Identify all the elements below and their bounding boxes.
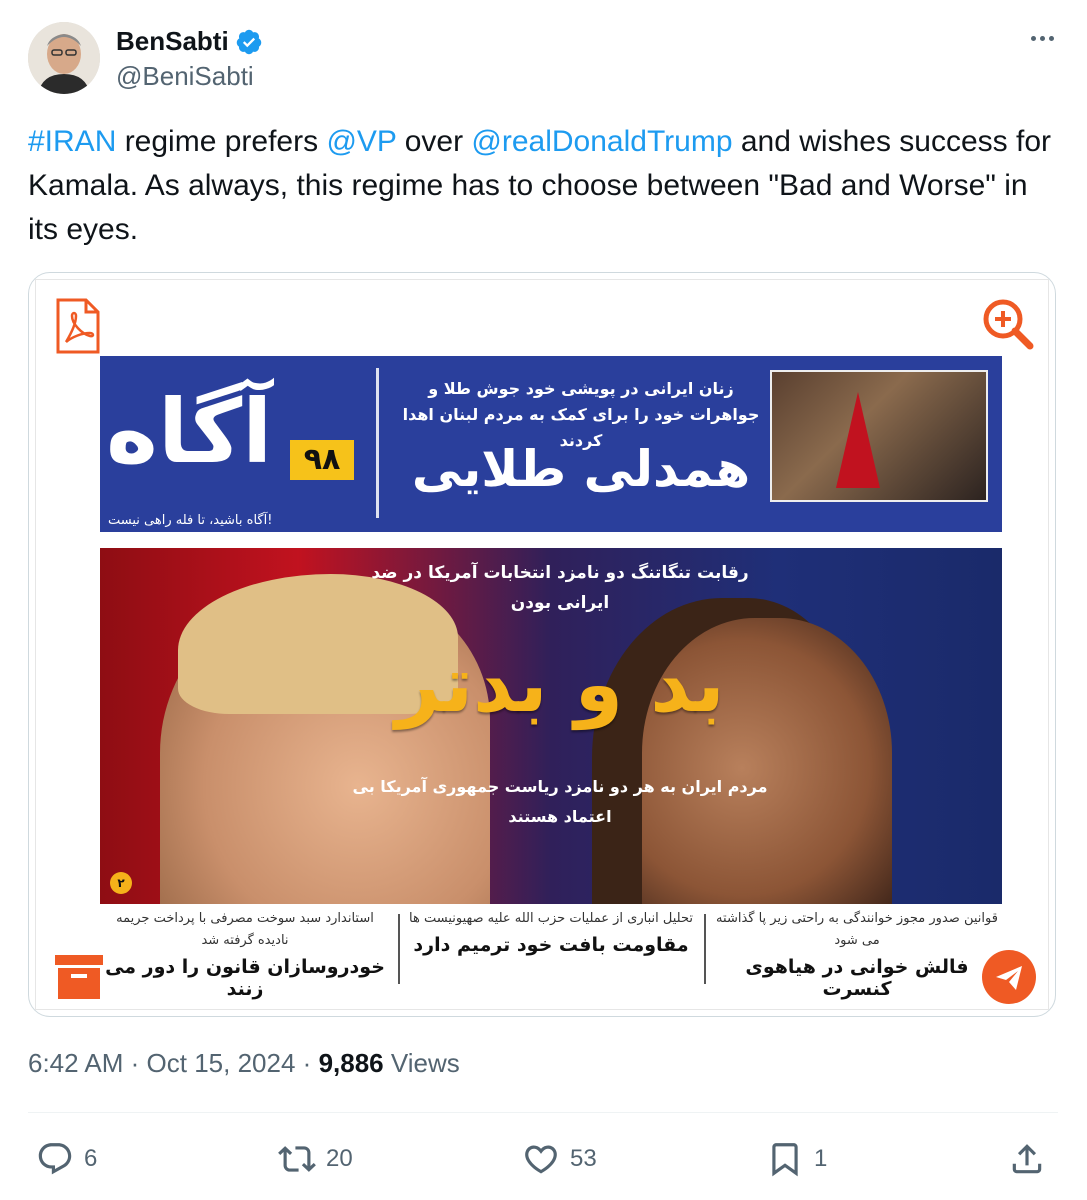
zoom-in-icon[interactable] [982, 298, 1034, 350]
like-button[interactable]: 53 [522, 1132, 597, 1186]
share-icon [1012, 1144, 1042, 1174]
issue-number: ۹۸ [290, 440, 354, 480]
tweet-text-part: regime prefers [116, 125, 327, 158]
newspaper-logo: آگاه [106, 380, 276, 483]
more-options-icon[interactable] [1027, 28, 1057, 48]
red-tree-shape [836, 392, 880, 488]
share-button[interactable] [1008, 1132, 1046, 1186]
meta-separator: · [302, 1048, 312, 1078]
divider [28, 1112, 1058, 1113]
cover-image: رقابت تنگاتنگ دو نامزد انتخابات آمریکا د… [100, 548, 1002, 904]
tweet-time[interactable]: 6:42 AM [28, 1048, 123, 1078]
telegram-send-icon[interactable] [982, 950, 1036, 1004]
column-divider [704, 914, 706, 984]
tweet: BenSabti @BeniSabti #IRAN regime prefers… [0, 0, 1087, 1200]
tweet-media-image[interactable]: آگاه ۹۸ آگاه باشید، تا فله راهی نیست! زن… [28, 272, 1056, 1017]
cover-subheadline: مردم ایران به هر دو نامزد ریاست جمهوری آ… [352, 777, 768, 826]
bottom-headlines: استاندارد سبد سوخت مصرفی با پرداخت جریمه… [100, 908, 1002, 1000]
hashtag-link[interactable]: #IRAN [28, 125, 116, 158]
mention-link[interactable]: @realDonaldTrump [471, 125, 732, 158]
tweet-text: #IRAN regime prefers @VP over @realDonal… [28, 120, 1058, 252]
bookmark-button[interactable]: 1 [766, 1132, 827, 1186]
views-count: 9,886 [318, 1048, 384, 1078]
newspaper-tagline: آگاه باشید، تا فله راهی نیست! [108, 513, 273, 528]
mention-link[interactable]: @VP [326, 125, 396, 158]
masthead-photo [770, 370, 988, 502]
author-info: BenSabti @BeniSabti [116, 26, 263, 92]
reply-count: 6 [84, 1145, 98, 1172]
heart-icon [525, 1145, 557, 1174]
bottom-column: قوانین صدور مجوز خوانندگی به راحتی زیر پ… [712, 908, 1002, 1000]
newspaper-masthead: آگاه ۹۸ آگاه باشید، تا فله راهی نیست! زن… [100, 356, 1002, 532]
tweet-date[interactable]: Oct 15, 2024 [147, 1048, 296, 1078]
masthead-divider [376, 368, 379, 518]
column-sub: تحلیل انباری از عملیات حزب الله علیه صهی… [409, 911, 693, 926]
cover-page-number: ۲ [110, 872, 132, 894]
like-count: 53 [570, 1145, 597, 1172]
column-headline: مقاومت بافت خود ترمیم دارد [413, 934, 689, 956]
masthead-headline: همدلی طلایی [411, 440, 751, 498]
bottom-column: استاندارد سبد سوخت مصرفی با پرداخت جریمه… [100, 908, 390, 1000]
bookmark-icon [772, 1143, 798, 1177]
reply-icon [38, 1143, 72, 1175]
retweet-icon [278, 1146, 316, 1172]
archive-box-icon[interactable] [54, 954, 104, 1000]
newspaper-cover: آگاه ۹۸ آگاه باشید، تا فله راهی نیست! زن… [35, 279, 1049, 1010]
tweet-text-part: over [396, 125, 472, 158]
handle[interactable]: @BeniSabti [116, 61, 263, 92]
cover-kicker: رقابت تنگاتنگ دو نامزد انتخابات آمریکا د… [371, 563, 749, 613]
tweet-actions: 6 20 53 1 [28, 1132, 1058, 1186]
meta-separator: · [130, 1048, 140, 1078]
column-headline: خودروسازان قانون را دور می زنند [105, 956, 385, 1000]
avatar-photo [28, 22, 100, 94]
column-headline: فالش خوانی در هیاهوی کنسرت [745, 956, 969, 1000]
column-sub: استاندارد سبد سوخت مصرفی با پرداخت جریمه… [116, 911, 374, 948]
display-name[interactable]: BenSabti [116, 26, 229, 57]
column-divider [398, 914, 400, 984]
retweet-button[interactable]: 20 [278, 1132, 353, 1186]
verified-badge-icon [236, 29, 261, 54]
reply-button[interactable]: 6 [36, 1132, 97, 1186]
masthead-logo-area: آگاه ۹۸ آگاه باشید، تا فله راهی نیست! [100, 356, 370, 532]
bookmark-count: 1 [814, 1145, 828, 1172]
pdf-icon[interactable] [54, 298, 102, 354]
cover-headline: بد و بدتر [395, 640, 725, 730]
avatar[interactable] [28, 22, 100, 94]
tweet-meta: 6:42 AM · Oct 15, 2024 · 9,886 Views [28, 1048, 460, 1079]
column-sub: قوانین صدور مجوز خوانندگی به راحتی زیر پ… [716, 911, 998, 948]
views-label: Views [390, 1048, 460, 1078]
bottom-column: تحلیل انباری از عملیات حزب الله علیه صهی… [406, 908, 696, 1000]
retweet-count: 20 [326, 1145, 353, 1172]
